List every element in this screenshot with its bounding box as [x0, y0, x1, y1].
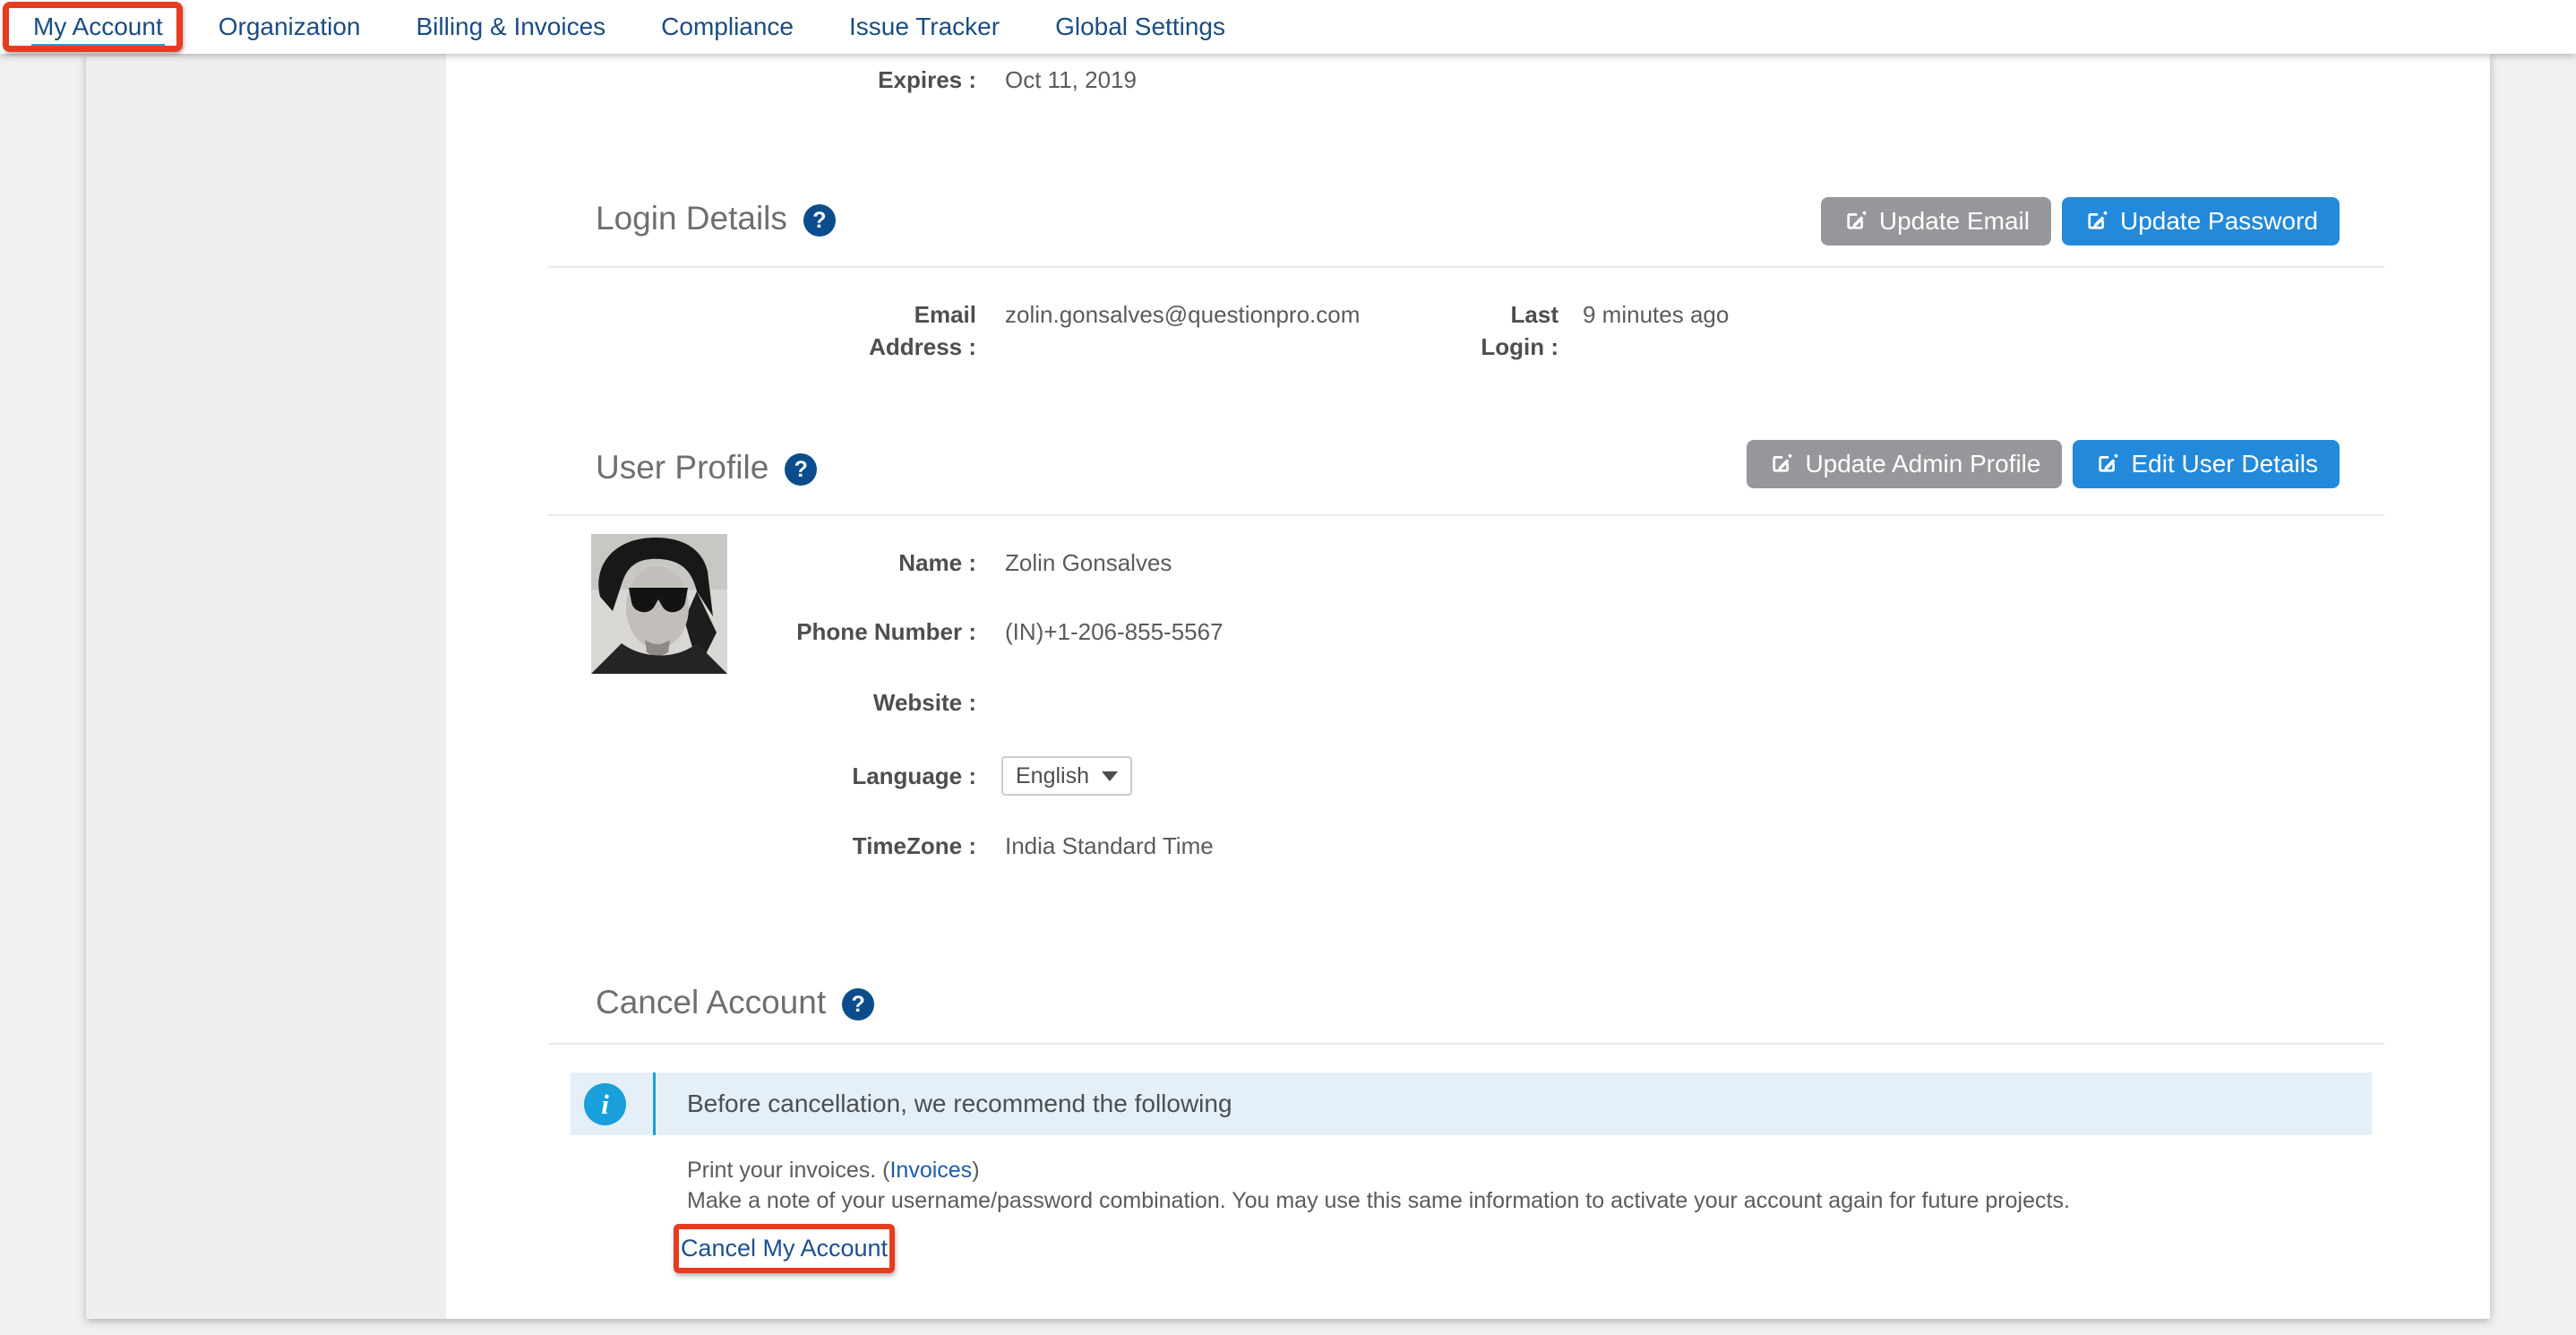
update-password-label: Update Password — [2120, 207, 2318, 236]
cancel-account-heading: Cancel Account ? — [596, 984, 874, 1021]
info-accent-bar — [653, 1072, 656, 1135]
section-divider — [548, 1043, 2384, 1045]
main-content: Expires : Oct 11, 2019 Login Details ? U… — [446, 54, 2490, 1319]
tab-my-account[interactable]: My Account — [33, 0, 163, 54]
website-label: Website : — [446, 686, 976, 719]
cancellation-info-box: i Before cancellation, we recommend the … — [571, 1072, 2372, 1135]
user-profile-title: User Profile — [596, 449, 769, 487]
sidebar-area — [86, 54, 446, 1319]
content-card: Expires : Oct 11, 2019 Login Details ? U… — [86, 54, 2490, 1319]
update-email-button[interactable]: Update Email — [1821, 197, 2051, 245]
chevron-down-icon — [1102, 771, 1118, 781]
expires-value: Oct 11, 2019 — [1005, 64, 1137, 96]
info-heading: Before cancellation, we recommend the fo… — [687, 1072, 1232, 1135]
email-address-label: Email Address : — [833, 298, 976, 363]
cancel-my-account-link[interactable]: Cancel My Account — [681, 1235, 888, 1262]
login-details-heading: Login Details ? — [596, 200, 836, 237]
name-value: Zolin Gonsalves — [1005, 547, 1172, 579]
last-login-value: 9 minutes ago — [1583, 298, 1729, 331]
timezone-label: TimeZone : — [446, 830, 976, 862]
login-details-actions: Update Email Update Password — [1821, 197, 2340, 245]
update-password-button[interactable]: Update Password — [2062, 197, 2340, 245]
help-icon[interactable]: ? — [842, 988, 874, 1021]
tab-billing-invoices[interactable]: Billing & Invoices — [416, 0, 606, 54]
section-divider — [548, 514, 2384, 516]
last-login-label: Last Login : — [1460, 298, 1558, 363]
invoices-link[interactable]: Invoices — [889, 1158, 972, 1183]
tab-compliance[interactable]: Compliance — [661, 0, 794, 54]
edit-user-details-label: Edit User Details — [2131, 450, 2318, 478]
invoices-note-prefix: Print your invoices. ( — [687, 1158, 889, 1183]
user-profile-actions: Update Admin Profile Edit User Details — [1747, 440, 2340, 488]
tab-issue-tracker[interactable]: Issue Tracker — [849, 0, 1000, 54]
timezone-value: India Standard Time — [1005, 830, 1214, 862]
invoices-note-suffix: ) — [972, 1158, 979, 1183]
phone-number-label: Phone Number : — [446, 616, 976, 648]
help-icon[interactable]: ? — [785, 453, 817, 486]
info-icon: i — [584, 1083, 626, 1125]
user-profile-heading: User Profile ? — [596, 449, 817, 487]
phone-number-value: (IN)+1-206-855-5567 — [1005, 616, 1224, 648]
update-email-label: Update Email — [1879, 207, 2030, 236]
language-selected-value: English — [1016, 763, 1089, 789]
top-nav: My Account Organization Billing & Invoic… — [0, 0, 2576, 54]
cancel-account-title: Cancel Account — [596, 984, 826, 1021]
update-admin-profile-label: Update Admin Profile — [1805, 450, 2040, 478]
edit-icon — [2083, 210, 2108, 234]
edit-icon — [1768, 452, 1792, 477]
language-dropdown[interactable]: English — [1001, 756, 1132, 796]
annotation-highlight-cancel-account: Cancel My Account — [674, 1224, 895, 1273]
language-label: Language : — [446, 760, 976, 792]
email-address-value: zolin.gonsalves@questionpro.com — [1005, 298, 1360, 331]
edit-icon — [1842, 210, 1867, 234]
section-divider — [548, 266, 2384, 268]
help-icon[interactable]: ? — [803, 204, 836, 237]
tab-organization[interactable]: Organization — [219, 0, 361, 54]
update-admin-profile-button[interactable]: Update Admin Profile — [1747, 440, 2062, 488]
name-label: Name : — [446, 547, 976, 579]
tab-global-settings[interactable]: Global Settings — [1055, 0, 1225, 54]
edit-user-details-button[interactable]: Edit User Details — [2073, 440, 2340, 488]
invoices-note: Print your invoices. (Invoices) — [687, 1157, 980, 1184]
expires-label: Expires : — [842, 64, 976, 96]
username-password-note: Make a note of your username/password co… — [687, 1187, 2070, 1214]
edit-icon — [2094, 452, 2118, 477]
login-details-title: Login Details — [596, 200, 787, 237]
